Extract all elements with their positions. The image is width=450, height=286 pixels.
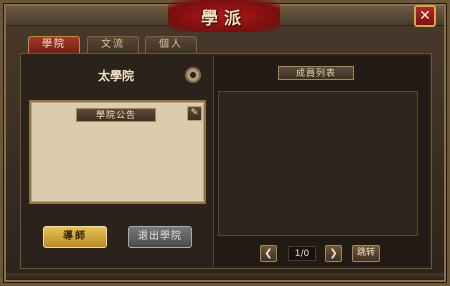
page-indicator: 1/0 [288,246,316,261]
mentor-button[interactable]: 導師 [43,226,107,248]
pencil-icon: ✎ [190,108,199,118]
edit-notice-button[interactable]: ✎ [187,106,202,121]
gear-icon[interactable] [183,65,203,85]
window-title: 學派 [201,9,247,29]
chevron-left-icon: ❮ [264,248,273,259]
close-icon: ✕ [419,8,431,24]
prev-page-button[interactable]: ❮ [260,245,277,262]
close-button[interactable]: ✕ [414,5,436,27]
notice-title: 學院公告 [76,108,156,122]
member-list[interactable] [218,91,418,236]
tab-exchange[interactable]: 文流 [87,36,139,54]
bottom-border [6,273,444,280]
member-list-title: 成員列表 [278,66,354,80]
chevron-right-icon: ❯ [329,248,338,259]
tab-academy[interactable]: 學院 [28,36,80,54]
leave-academy-button[interactable]: 退出學院 [128,226,192,248]
next-page-button[interactable]: ❯ [325,245,342,262]
academy-name: 太學院 [97,69,134,83]
jump-button[interactable]: 跳转 [352,245,380,262]
tab-personal[interactable]: 個人 [145,36,197,54]
